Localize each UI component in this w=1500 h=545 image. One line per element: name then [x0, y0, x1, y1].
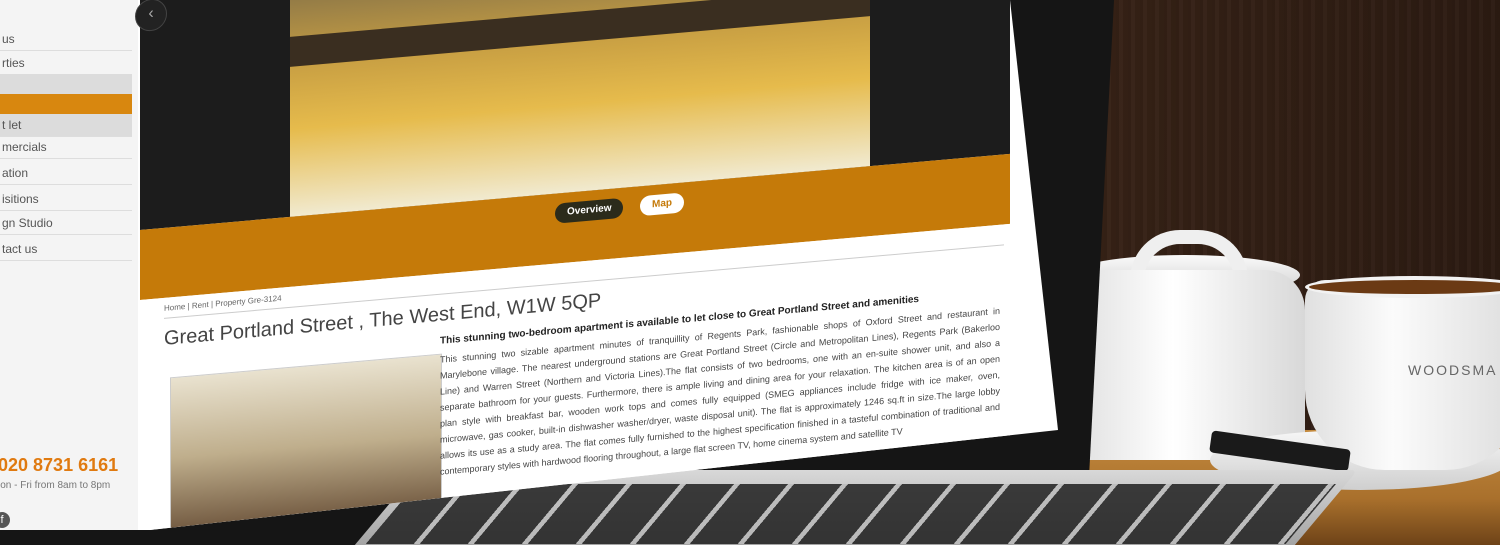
phone-number[interactable]: 020 8731 6161: [0, 455, 118, 476]
nav-item-acquisitions[interactable]: isitions: [0, 188, 132, 211]
slider-prev-button[interactable]: ‹: [135, 0, 167, 33]
nav-item-design-studio[interactable]: gn Studio: [0, 212, 132, 235]
cup-brand: WOODSMA: [1408, 362, 1498, 378]
nav-item-commercials[interactable]: mercials: [0, 136, 132, 159]
nav-item-properties[interactable]: rties: [0, 52, 132, 75]
nav-item-about[interactable]: us: [0, 28, 132, 51]
nav-item-valuation[interactable]: ation: [0, 162, 132, 185]
facebook-icon[interactable]: f: [0, 512, 10, 528]
website-sidebar: us rties t let mercials ation isitions g…: [0, 0, 138, 530]
nav-item-contact[interactable]: tact us: [0, 238, 132, 261]
nav-item-to-let[interactable]: t let: [0, 114, 132, 137]
photo-scene: WOODSMA us rties t let mercials ation is…: [0, 0, 1500, 545]
sugar-bowl: [1065, 270, 1305, 460]
opening-hours: lon - Fri from 8am to 8pm: [0, 480, 111, 491]
